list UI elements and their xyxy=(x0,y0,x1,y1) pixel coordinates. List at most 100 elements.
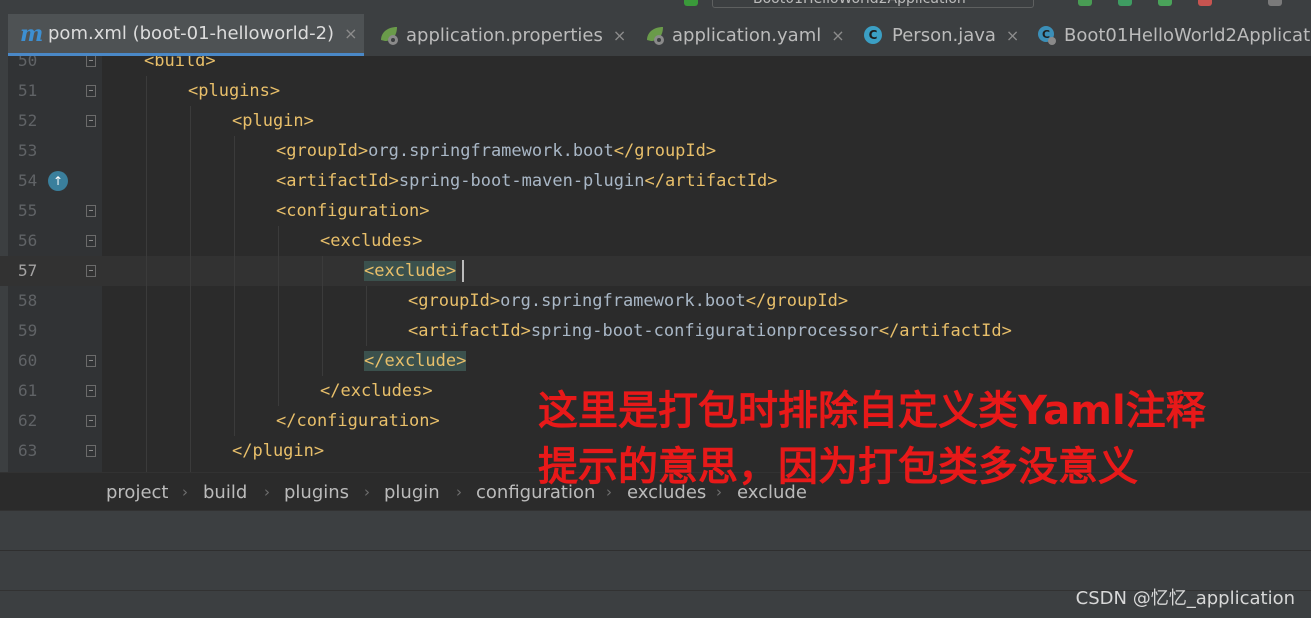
xml-tag: </artifactId> xyxy=(878,321,1012,341)
xml-tag: <artifactId> xyxy=(408,321,531,341)
breadcrumb-item[interactable]: project xyxy=(106,482,168,503)
breadcrumb-item[interactable]: build xyxy=(203,482,247,503)
spring-yaml-icon xyxy=(644,24,666,46)
matched-tag: </exclude> xyxy=(364,351,467,371)
code-line: <artifactId>spring-boot-maven-plugin</ar… xyxy=(276,166,778,196)
java-class-icon: C xyxy=(864,26,882,44)
current-line-highlight xyxy=(0,256,1311,286)
line-number: 58 xyxy=(18,291,38,310)
fold-marker-icon[interactable] xyxy=(86,115,96,127)
fold-marker-icon[interactable] xyxy=(86,235,96,247)
xml-text: org.springframework.boot xyxy=(368,141,614,161)
tab-person-java[interactable]: C Person.java × xyxy=(864,14,1019,56)
xml-tag: </configuration> xyxy=(276,411,440,431)
xml-tag: </groupId> xyxy=(613,141,717,161)
chevron-right-icon: › xyxy=(264,483,270,501)
fold-marker-icon[interactable] xyxy=(86,385,96,397)
matched-tag: <exclude> xyxy=(364,261,457,281)
run-icon[interactable] xyxy=(1078,0,1092,6)
spring-boot-app-icon: C xyxy=(1036,24,1058,46)
code-line: <artifactId>spring-boot-configurationpro… xyxy=(408,316,1012,346)
line-number: 55 xyxy=(18,201,38,220)
fold-marker-icon[interactable] xyxy=(86,56,96,67)
toolbar: Boot01HelloWorld2Application xyxy=(0,0,1311,14)
close-icon[interactable]: × xyxy=(344,24,357,43)
text-caret xyxy=(462,260,464,282)
code-line: <plugins> xyxy=(188,76,280,106)
maven-icon: m xyxy=(20,20,44,47)
xml-tag: </excludes> xyxy=(320,381,433,401)
run-configuration-selector[interactable]: Boot01HelloWorld2Application xyxy=(712,0,1034,8)
close-icon[interactable]: × xyxy=(1006,26,1019,45)
xml-tag: <plugin> xyxy=(232,111,314,131)
line-number: 63 xyxy=(18,441,38,460)
tab-label: Person.java xyxy=(892,24,996,46)
tab-label: application.yaml xyxy=(672,24,822,46)
indent-guide xyxy=(366,286,367,346)
line-number: 51 xyxy=(18,81,38,100)
xml-text: spring-boot-configurationprocessor xyxy=(530,321,879,341)
fold-marker-icon[interactable] xyxy=(86,205,96,217)
line-number: 50 xyxy=(18,56,38,70)
chevron-right-icon: › xyxy=(364,483,370,501)
line-number: 52 xyxy=(18,111,38,130)
fold-marker-icon[interactable] xyxy=(86,445,96,457)
close-icon[interactable]: × xyxy=(831,26,844,45)
code-line: <configuration> xyxy=(276,196,430,226)
xml-tag: <excludes> xyxy=(320,231,423,251)
watermark: CSDN @忆忆_application xyxy=(1075,588,1295,609)
xml-tag: </plugin> xyxy=(232,441,325,461)
tab-label: pom.xml (boot-01-helloworld-2) xyxy=(48,23,335,44)
tab-pom-xml[interactable]: m pom.xml (boot-01-helloworld-2) × xyxy=(8,14,364,56)
tab-application-properties[interactable]: application.properties × xyxy=(378,14,626,56)
code-line: <build> xyxy=(144,56,216,76)
line-number: 56 xyxy=(18,231,38,250)
line-number: 53 xyxy=(18,141,38,160)
code-line: </configuration> xyxy=(276,406,440,436)
indent-guide xyxy=(278,226,279,406)
line-number: 59 xyxy=(18,321,38,340)
indent-guide xyxy=(322,256,323,376)
fold-marker-icon[interactable] xyxy=(86,265,96,277)
indent-guide xyxy=(234,136,235,436)
breadcrumb-item[interactable]: plugin xyxy=(384,482,440,503)
spring-properties-icon xyxy=(378,24,400,46)
code-line: <excludes> xyxy=(320,226,422,256)
code-line: <exclude> xyxy=(364,256,457,286)
vcs-update-icon[interactable] xyxy=(684,0,698,6)
indent-guide xyxy=(190,106,191,472)
chevron-right-icon: › xyxy=(456,483,462,501)
xml-text: org.springframework.boot xyxy=(500,291,746,311)
code-line: </exclude> xyxy=(364,346,467,376)
xml-tag: <build> xyxy=(144,56,216,71)
close-icon[interactable]: × xyxy=(613,26,626,45)
fold-marker-icon[interactable] xyxy=(86,355,96,367)
fold-marker-icon[interactable] xyxy=(86,85,96,97)
code-line: </plugin> xyxy=(232,436,324,466)
chevron-right-icon: › xyxy=(182,483,188,501)
xml-tag: <plugins> xyxy=(188,81,281,101)
profile-icon[interactable] xyxy=(1198,0,1212,6)
stop-icon[interactable] xyxy=(1268,0,1282,6)
tab-application-yaml[interactable]: application.yaml × xyxy=(644,14,845,56)
tab-label: application.properties xyxy=(406,24,603,46)
tool-window-panel xyxy=(0,510,1311,551)
implemented-marker-icon[interactable]: ↑ xyxy=(48,171,68,191)
annotation-text: 这里是打包时排除自定义类Yaml注释 xyxy=(538,388,1206,434)
fold-marker-icon[interactable] xyxy=(86,415,96,427)
indent-guide xyxy=(146,76,147,472)
breadcrumb-item[interactable]: plugins xyxy=(284,482,349,503)
xml-tag: <groupId> xyxy=(408,291,501,311)
xml-tag: <artifactId> xyxy=(276,171,399,191)
xml-text: spring-boot-maven-plugin xyxy=(398,171,645,191)
tab-label: Boot01HelloWorld2Applicat xyxy=(1064,24,1311,46)
editor-tabs: m pom.xml (boot-01-helloworld-2) × appli… xyxy=(0,14,1311,57)
debug-icon[interactable] xyxy=(1118,0,1132,6)
tab-boot-application[interactable]: C Boot01HelloWorld2Applicat xyxy=(1036,14,1310,56)
xml-tag: </artifactId> xyxy=(644,171,778,191)
code-line: <groupId>org.springframework.boot</group… xyxy=(276,136,716,166)
line-number: 57 xyxy=(18,261,38,280)
xml-tag: </groupId> xyxy=(745,291,849,311)
code-line: <plugin> xyxy=(232,106,314,136)
run-with-coverage-icon[interactable] xyxy=(1158,0,1172,6)
